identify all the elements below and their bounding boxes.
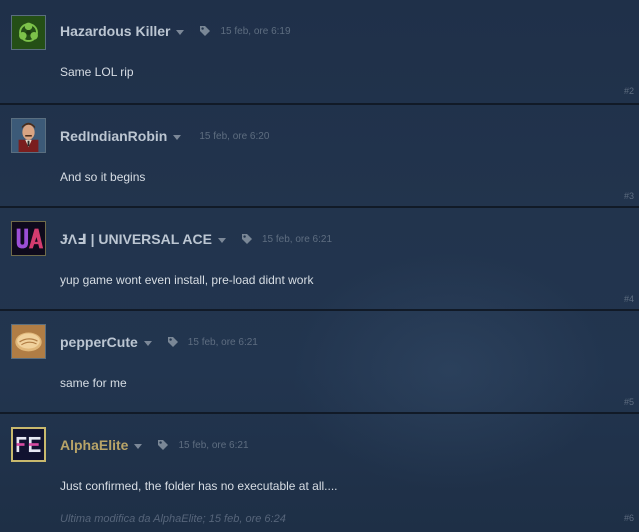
comment-header: pepperCute 15 feb, ore 6:21: [60, 333, 258, 351]
chevron-down-icon[interactable]: [176, 29, 185, 35]
fe-logo-avatar-icon: [13, 429, 44, 460]
comment-date: 15 feb, ore 6:20: [199, 130, 270, 142]
chevron-down-icon[interactable]: [143, 340, 152, 346]
award-tag-icon: [158, 440, 169, 450]
avatar[interactable]: [11, 15, 46, 50]
avatar[interactable]: [11, 324, 46, 359]
comment-header: AlphaElite 15 feb, ore 6:21: [60, 436, 249, 454]
chevron-down-icon[interactable]: [217, 237, 226, 243]
author-name[interactable]: ɈΛℲ | UNIVERSAL ACE: [60, 231, 212, 248]
author-name[interactable]: pepperCute: [60, 334, 138, 350]
comment-post: AlphaElite 15 feb, ore 6:21 Just confirm…: [0, 412, 639, 532]
award-tag-icon: [241, 234, 252, 244]
comment-date: 15 feb, ore 6:21: [261, 233, 333, 245]
ua-logo-avatar-icon: [12, 222, 45, 255]
comment-text: Just confirmed, the folder has no execut…: [60, 479, 338, 493]
award-tag-icon: [200, 26, 211, 36]
author-name[interactable]: AlphaElite: [60, 437, 128, 453]
comment-text: same for me: [60, 376, 127, 390]
comment-number-link[interactable]: #3: [624, 191, 634, 201]
anchorman-avatar-icon: [12, 119, 45, 152]
comment-text: Same LOL rip: [60, 65, 134, 79]
comment-post: ɈΛℲ | UNIVERSAL ACE 15 feb, ore 6:21 yup…: [0, 206, 639, 308]
comment-text: And so it begins: [60, 170, 146, 184]
pancake-avatar-icon: [12, 325, 45, 358]
comment-header: ɈΛℲ | UNIVERSAL ACE 15 feb, ore 6:21: [60, 230, 332, 248]
comment-post: pepperCute 15 feb, ore 6:21 same for me …: [0, 309, 639, 411]
comment-text: yup game wont even install, pre-load did…: [60, 273, 314, 287]
comment-thread: Hazardous Killer 15 feb, ore 6:19 Same L…: [0, 0, 639, 532]
avatar[interactable]: [11, 427, 46, 462]
biohazard-avatar-icon: [12, 16, 45, 49]
comment-number-link[interactable]: #4: [624, 294, 634, 304]
author-name[interactable]: Hazardous Killer: [60, 23, 170, 39]
comment-number-link[interactable]: #2: [624, 86, 634, 96]
chevron-down-icon[interactable]: [173, 134, 182, 140]
comment-header: RedIndianRobin 15 feb, ore 6:20: [60, 127, 269, 145]
comment-post: RedIndianRobin 15 feb, ore 6:20 And so i…: [0, 103, 639, 205]
comment-number-link[interactable]: #5: [624, 397, 634, 407]
comment-date: 15 feb, ore 6:19: [220, 25, 291, 37]
award-tag-icon: [167, 337, 178, 347]
edited-note: Ultima modifica da AlphaElite; 15 feb, o…: [60, 513, 286, 525]
comment-post: Hazardous Killer 15 feb, ore 6:19 Same L…: [0, 0, 639, 102]
comment-number-link[interactable]: #6: [624, 513, 634, 523]
comment-date: 15 feb, ore 6:21: [187, 336, 258, 348]
avatar[interactable]: [11, 118, 46, 153]
comment-date: 15 feb, ore 6:21: [178, 439, 249, 451]
author-name[interactable]: RedIndianRobin: [60, 128, 167, 144]
avatar[interactable]: [11, 221, 46, 256]
comment-header: Hazardous Killer 15 feb, ore 6:19: [60, 22, 291, 40]
chevron-down-icon[interactable]: [134, 443, 143, 449]
